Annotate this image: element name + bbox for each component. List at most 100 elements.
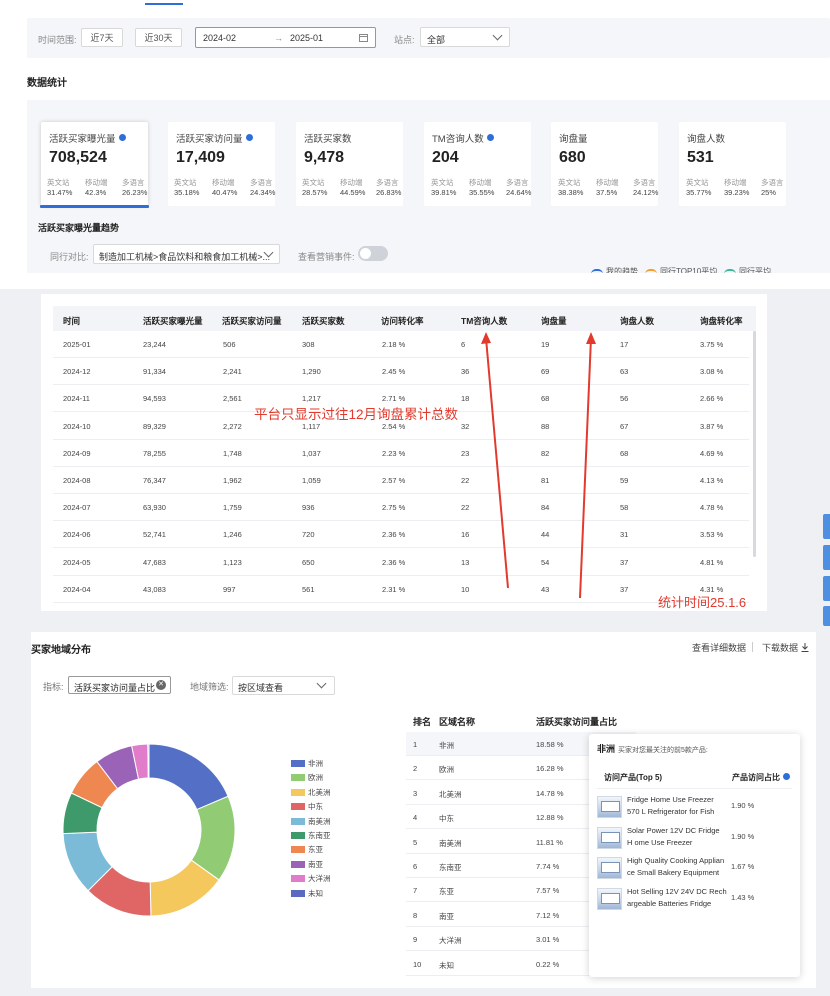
table-cell: 2 [413,764,418,774]
product-name[interactable]: Solar Power 12V DC Fridge H ome Use Free… [627,825,727,849]
table-cell: 欧洲 [439,765,454,775]
geo-title: 买家地域分布 [31,645,91,656]
legend-item[interactable]: 非洲 [291,758,323,769]
table-cell: 18.58 % [536,740,564,749]
table-cell: 7.74 % [536,862,560,871]
product-thumbnail [597,826,622,849]
legend-label: 中东 [308,802,323,812]
legend-label: 南美洲 [308,816,331,826]
legend-swatch [291,860,305,868]
legend-swatch [291,846,305,854]
product-name[interactable]: Hot Selling 12V 24V DC Rech argeable Bat… [627,886,727,910]
legend-item[interactable]: 中东 [291,801,323,812]
table-cell: 未知 [439,960,454,970]
view-details-link[interactable]: 查看详细数据 [692,641,746,654]
metric-value: 活跃买家访问量占比 [74,683,156,693]
product-item[interactable]: Solar Power 12V DC Fridge H ome Use Free… [597,824,792,854]
table-cell: 10 [413,959,422,969]
product-share: 1.67 % [731,862,755,871]
download-data-link[interactable]: 下载数据 [762,641,809,654]
product-thumbnail [597,796,622,818]
legend-swatch [291,817,305,825]
table-cell: 6 [413,862,418,871]
column-header: 访问产品(Top 5) [604,773,663,782]
chevron-down-icon [316,678,327,689]
legend-swatch [291,788,305,796]
legend-label: 东南亚 [308,831,331,840]
legend-item[interactable]: 南美洲 [291,816,331,827]
table-cell: 北美洲 [439,789,462,799]
legend-label: 欧洲 [308,773,323,783]
table-cell: 非洲 [439,741,454,750]
legend-swatch [291,889,305,897]
region-tooltip: 非洲 买家对您最关注的前5款产品: 访问产品(Top 5) 产品访问占比 Frid… [589,734,800,977]
legend-item[interactable]: 大洋洲 [291,873,331,884]
region-filter-value: 按区域查看 [238,683,284,693]
side-float-tab[interactable] [823,606,830,626]
table-cell: 1 [413,740,418,749]
table-cell: 14.78 % [536,788,564,798]
legend-label: 非洲 [308,759,323,768]
legend-item[interactable]: 东亚 [291,844,323,855]
clear-icon[interactable]: ✕ [156,680,166,690]
product-share: 1.90 % [731,801,755,810]
legend-item[interactable]: 东南亚 [291,830,331,841]
product-name[interactable]: High Quality Cooking Applian ce Small Ba… [627,855,727,879]
metric-label: 指标: [43,682,64,692]
table-cell: 11.81 % [536,837,563,847]
table-cell: 3.01 % [536,935,560,945]
legend-item[interactable]: 欧洲 [291,772,323,783]
legend-swatch [291,875,305,883]
product-share: 1.43 % [731,892,755,902]
side-float-tab[interactable] [823,514,830,539]
divider [752,642,753,652]
region-filter-select[interactable]: 按区域查看 [232,676,335,695]
tooltip-region: 非洲 [597,744,616,754]
table-cell: 南美洲 [439,838,462,848]
table-cell: 南亚 [439,911,454,921]
annotation-note: 平台只显示过往12月询盘累计总数 [254,407,459,422]
legend-swatch [291,774,305,782]
table-cell: 4 [413,813,418,823]
column-header: 产品访问占比 [732,772,790,783]
product-thumbnail [597,887,622,910]
table-cell: 0.22 % [536,959,560,969]
table-cell: 3 [413,788,418,798]
table-cell: 7.12 % [536,910,560,920]
table-cell: 16.28 % [536,764,564,774]
column-header: 排名 [413,717,432,727]
product-item[interactable]: Hot Selling 12V 24V DC Rech argeable Bat… [597,885,792,915]
product-name[interactable]: Fridge Home Use Freezer 570 L Refrigerat… [627,794,727,818]
region-donut-chart[interactable] [60,741,238,919]
product-thumbnail [597,857,622,879]
table-cell: 12.88 % [536,813,564,823]
legend-label: 大洋洲 [308,874,331,884]
region-filter-label: 地域筛选: [190,682,229,692]
table-cell: 东南亚 [439,863,462,872]
table-cell: 9 [413,935,418,945]
metric-select[interactable]: 活跃买家访问量占比 ✕ [68,676,171,694]
side-float-tab[interactable] [823,576,830,601]
table-cell: 7.57 % [536,886,560,896]
table-cell: 5 [413,837,418,847]
legend-label: 南亚 [308,859,323,869]
product-share: 1.90 % [731,831,755,841]
donut-slice-10[interactable] [147,743,150,779]
table-cell: 东亚 [439,887,454,897]
legend-swatch [291,760,305,767]
product-item[interactable]: Fridge Home Use Freezer 570 L Refrigerat… [597,793,792,823]
legend-item[interactable]: 未知 [291,888,323,899]
donut-slice-1[interactable] [148,743,229,811]
legend-label: 未知 [308,888,323,898]
tooltip-subtitle: 买家对您最关注的前5款产品: [618,747,708,754]
side-float-tab[interactable] [823,545,830,570]
legend-item[interactable]: 南亚 [291,859,323,870]
legend-swatch [291,832,305,839]
legend-item[interactable]: 北美洲 [291,787,331,798]
column-header: 活跃买家访问量占比 [536,717,618,727]
info-icon[interactable] [783,773,790,780]
product-item[interactable]: High Quality Cooking Applian ce Small Ba… [597,854,792,884]
table-cell: 7 [413,886,418,896]
table-cell: 大洋洲 [439,936,462,946]
table-cell: 中东 [439,814,454,824]
